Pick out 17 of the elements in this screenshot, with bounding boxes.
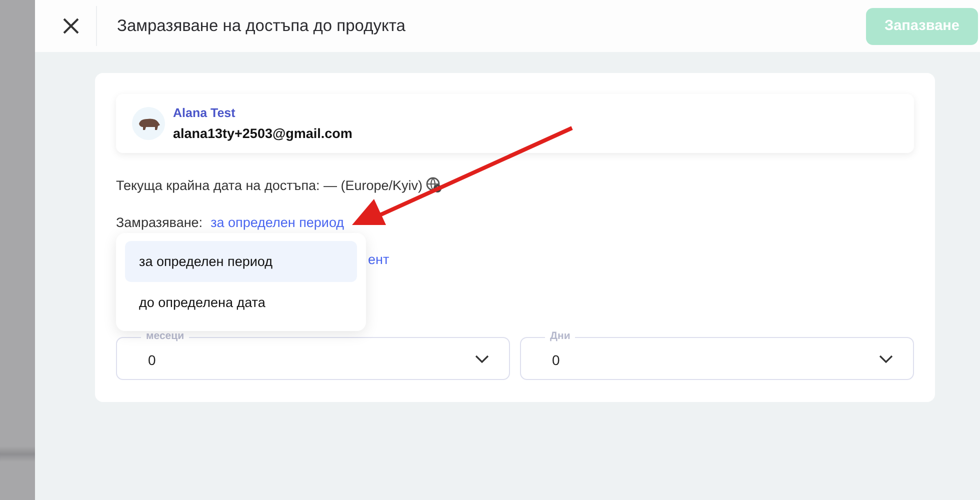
- field-value: 0: [148, 352, 157, 368]
- chevron-down-icon: [475, 354, 489, 362]
- dropdown-option[interactable]: за определен период: [125, 241, 357, 282]
- user-email: alana13ty+2503@gmail.com: [173, 126, 352, 141]
- dropdown-option[interactable]: до определена дата: [125, 282, 357, 323]
- field-label: месеци: [141, 330, 190, 342]
- chevron-down-icon: [879, 354, 893, 362]
- freeze-label: Замразяване:: [116, 215, 203, 230]
- field-label: Дни: [545, 330, 576, 342]
- field-value: 0: [552, 352, 561, 368]
- freeze-mode-link[interactable]: за определен период: [210, 215, 344, 230]
- access-end-text: Текуща крайна дата на достъпа: — (Europe/Kyiv): [116, 178, 423, 192]
- page-title: Замразяване на достъпа до продукта: [117, 16, 406, 36]
- covered-link[interactable]: ент: [368, 252, 390, 267]
- globe-clock-icon: [426, 177, 442, 193]
- user-name: Alana Test: [173, 106, 236, 120]
- boar-avatar-icon: [132, 107, 165, 140]
